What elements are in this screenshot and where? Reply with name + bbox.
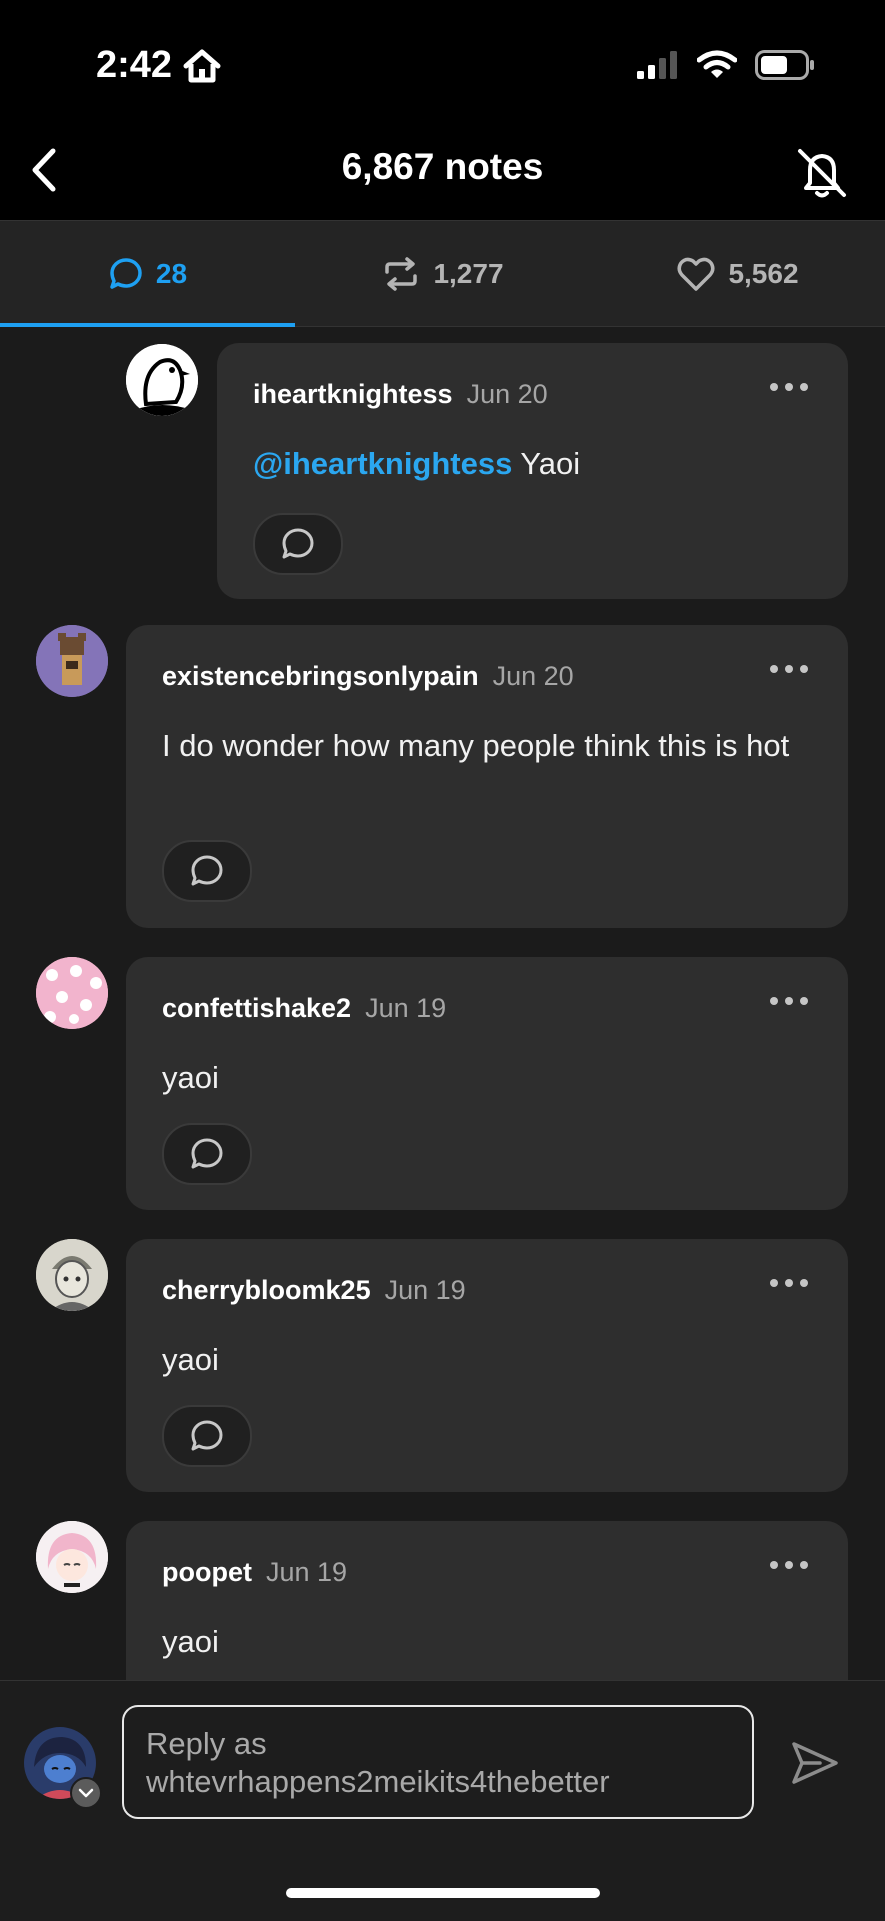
- page-title: 6,867 notes: [341, 146, 544, 187]
- home-indicator[interactable]: [286, 1888, 600, 1898]
- comment-date: Jun 19: [365, 993, 447, 1023]
- comment-icon: [191, 855, 223, 886]
- comment-icon: [191, 1420, 223, 1451]
- battery-icon: [755, 50, 814, 80]
- tab-reblogs[interactable]: 1,277: [295, 221, 590, 326]
- more-options-button[interactable]: [770, 997, 808, 1005]
- reply-button[interactable]: [253, 513, 343, 575]
- comment-body: yaoi: [162, 1060, 219, 1095]
- comment-username[interactable]: iheartknightess: [253, 379, 453, 410]
- mention-link[interactable]: @iheartknightess: [253, 446, 512, 481]
- avatar[interactable]: [36, 1239, 108, 1311]
- status-bar: 2:42: [0, 0, 885, 120]
- tab-replies[interactable]: 28: [0, 221, 295, 326]
- sketch-avatar-icon: [36, 1239, 108, 1311]
- comment-date: Jun 19: [265, 1557, 348, 1587]
- comment-username[interactable]: confettishake2: [162, 993, 351, 1024]
- replies-feed[interactable]: iheartknightess Jun 20 @iheartknightess …: [0, 327, 885, 1680]
- bird-avatar-icon: [126, 344, 198, 416]
- tab-likes[interactable]: 5,562: [590, 221, 885, 326]
- comment-header: poopet Jun 19: [162, 1557, 347, 1588]
- comment-username[interactable]: cherrybloomk25: [162, 1275, 371, 1306]
- avatar[interactable]: [36, 957, 108, 1029]
- comment-date: Jun 20: [492, 661, 574, 691]
- comment-header: cherrybloomk25 Jun 19: [162, 1275, 466, 1306]
- heart-icon: [677, 257, 715, 291]
- avatar[interactable]: [126, 344, 198, 416]
- comment-username[interactable]: poopet: [162, 1557, 252, 1588]
- home-icon: [183, 49, 221, 82]
- bell-off-icon: [798, 149, 846, 198]
- reply-button[interactable]: [162, 1123, 252, 1185]
- mute-notifications-button[interactable]: [789, 140, 855, 206]
- switch-blog-button[interactable]: [70, 1777, 102, 1809]
- comment-header: confettishake2 Jun 19: [162, 993, 446, 1024]
- comment-body: Yaoi: [520, 446, 581, 481]
- notes-tabs: 28 1,277 5,562: [0, 221, 885, 328]
- comment-text: @iheartknightess Yaoi: [253, 439, 808, 489]
- wifi-icon: [697, 50, 737, 78]
- reply-button[interactable]: [162, 840, 252, 902]
- status-time: 2:42: [96, 44, 222, 87]
- reply-button[interactable]: [162, 1405, 252, 1467]
- nav-bar: 6,867 notes: [0, 120, 885, 221]
- more-options-button[interactable]: [770, 665, 808, 673]
- more-options-button[interactable]: [770, 1561, 808, 1569]
- tab-label: 1,277: [433, 257, 504, 289]
- avatar[interactable]: [36, 625, 108, 697]
- reblog-icon: [385, 256, 418, 291]
- tab-label: 5,562: [728, 257, 799, 289]
- comment-header: iheartknightess Jun 20: [253, 379, 548, 410]
- signal-icon: [637, 51, 677, 79]
- send-icon: [792, 1742, 838, 1784]
- comment-icon: [191, 1138, 223, 1169]
- comment-icon: [110, 257, 142, 289]
- comment-date: Jun 20: [466, 379, 548, 409]
- comment-header: existencebringsonlypain Jun 20: [162, 661, 574, 692]
- bear-avatar-icon: [36, 625, 108, 697]
- more-options-button[interactable]: [770, 383, 808, 391]
- send-button[interactable]: [787, 1735, 843, 1791]
- comment-card: confettishake2 Jun 19 yaoi: [126, 957, 848, 1210]
- comment-card: poopet Jun 19 yaoi: [126, 1521, 848, 1680]
- more-options-button[interactable]: [770, 1279, 808, 1287]
- chevron-down-icon: [78, 1788, 94, 1798]
- comment-date: Jun 19: [384, 1275, 466, 1305]
- comment-card: iheartknightess Jun 20 @iheartknightess …: [217, 343, 848, 599]
- clock-text: 2:42: [96, 44, 173, 86]
- pink-dots-avatar-icon: [36, 957, 108, 1029]
- comment-card: existencebringsonlypain Jun 20 I do wond…: [126, 625, 848, 928]
- reply-placeholder-username: whtevrhappens2meikits4thebetter: [146, 1764, 610, 1799]
- comment-username[interactable]: existencebringsonlypain: [162, 661, 479, 692]
- avatar[interactable]: [36, 1521, 108, 1593]
- reply-placeholder-prefix: Reply as: [146, 1726, 267, 1761]
- comment-body: yaoi: [162, 1342, 219, 1377]
- comment-body: I do wonder how many people think this i…: [162, 728, 790, 763]
- comment-body: yaoi: [162, 1624, 219, 1659]
- comment-card: cherrybloomk25 Jun 19 yaoi: [126, 1239, 848, 1492]
- tab-label: 28: [155, 257, 188, 289]
- reply-input[interactable]: Reply as whtevrhappens2meikits4thebetter: [122, 1705, 754, 1819]
- comment-icon: [282, 528, 314, 559]
- reply-composer: Reply as whtevrhappens2meikits4thebetter: [0, 1680, 885, 1921]
- anime-avatar-icon: [36, 1521, 108, 1593]
